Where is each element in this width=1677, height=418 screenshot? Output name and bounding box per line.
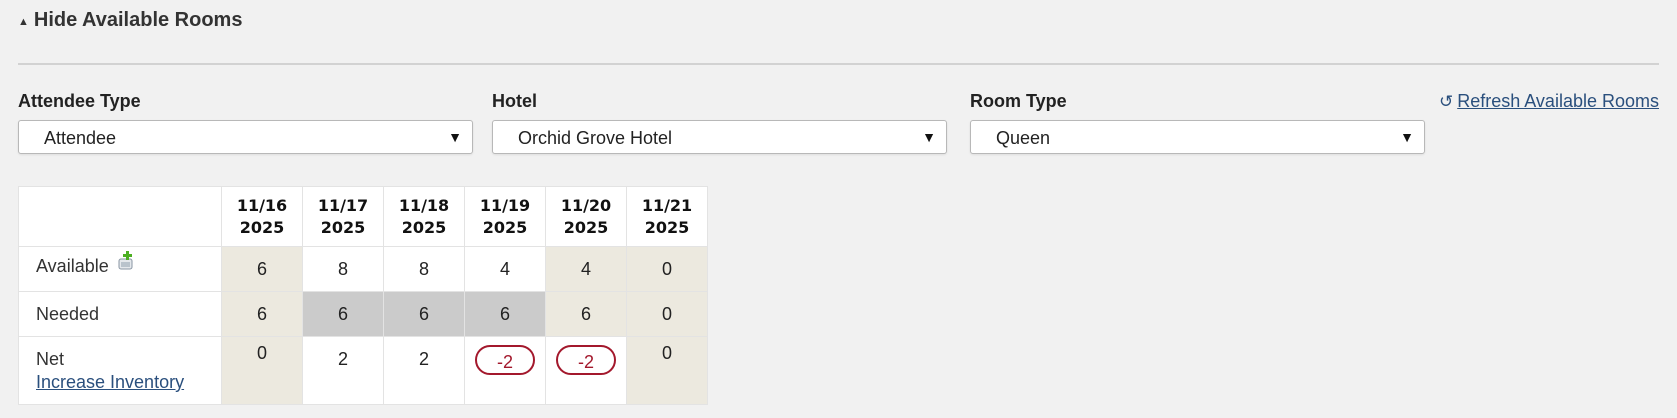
corner-cell [18,186,222,247]
net-row-label-cell: Net Increase Inventory [18,336,222,405]
attendee-type-select[interactable]: Attendee ▼ [18,120,473,154]
hotel-label: Hotel [492,91,537,111]
available-value: 0 [626,246,708,292]
date-header: 11/16 2025 [221,186,303,247]
negative-net-badge: -2 [556,345,616,375]
dropdown-arrow-icon: ▼ [448,129,462,145]
net-row: Net Increase Inventory 0 2 2 -2 -2 0 [18,336,708,405]
available-value: 8 [383,246,465,292]
needed-value: 6 [545,291,627,337]
available-row: Available 6 8 8 4 4 0 [18,246,708,292]
needed-value: 6 [302,291,384,337]
add-inventory-icon[interactable] [117,250,135,277]
needed-row: Needed 6 6 6 6 6 0 [18,291,708,337]
increase-inventory-link[interactable]: Increase Inventory [36,372,221,393]
refresh-available-rooms-link[interactable]: ↺ Refresh Available Rooms [1439,91,1659,112]
available-value: 8 [302,246,384,292]
attendee-type-label: Attendee Type [18,91,141,111]
net-value: 0 [626,336,708,405]
net-value: 2 [302,336,384,405]
header-row: 11/16 2025 11/17 2025 11/18 2025 11/19 2025 … [18,186,708,247]
refresh-icon: ↺ [1438,91,1454,111]
available-value: 4 [545,246,627,292]
needed-row-label: Needed [18,291,222,337]
needed-value: 6 [221,291,303,337]
available-value: 6 [221,246,303,292]
dropdown-arrow-icon: ▼ [1400,129,1414,145]
needed-value: 6 [464,291,546,337]
date-header: 11/18 2025 [383,186,465,247]
toggle-label: Hide Available Rooms [33,9,243,31]
section-divider [18,63,1659,65]
net-value: 2 [383,336,465,405]
refresh-label: Refresh Available Rooms [1457,91,1659,111]
attendee-type-value: Attendee [44,128,117,148]
hide-available-rooms-toggle[interactable]: ▲ Hide Available Rooms [18,9,242,32]
net-value: -2 [464,336,546,405]
date-header: 11/20 2025 [545,186,627,247]
hotel-select[interactable]: Orchid Grove Hotel ▼ [492,120,947,154]
dropdown-arrow-icon: ▼ [922,129,936,145]
room-type-label: Room Type [970,91,1067,111]
net-value: -2 [545,336,627,405]
date-header: 11/19 2025 [464,186,546,247]
net-row-label: Net [36,349,65,369]
net-value: 0 [221,336,303,405]
available-value: 4 [464,246,546,292]
room-type-select[interactable]: Queen ▼ [970,120,1425,154]
negative-net-badge: -2 [475,345,535,375]
available-row-label: Available [18,246,222,292]
date-header: 11/21 2025 [626,186,708,247]
hotel-value: Orchid Grove Hotel [518,128,673,148]
needed-value: 6 [383,291,465,337]
availability-grid: 11/16 2025 11/17 2025 11/18 2025 11/19 2025 … [18,186,708,405]
date-header: 11/17 2025 [302,186,384,247]
needed-value: 0 [626,291,708,337]
room-type-value: Queen [996,128,1051,148]
caret-up-icon: ▲ [18,15,29,28]
